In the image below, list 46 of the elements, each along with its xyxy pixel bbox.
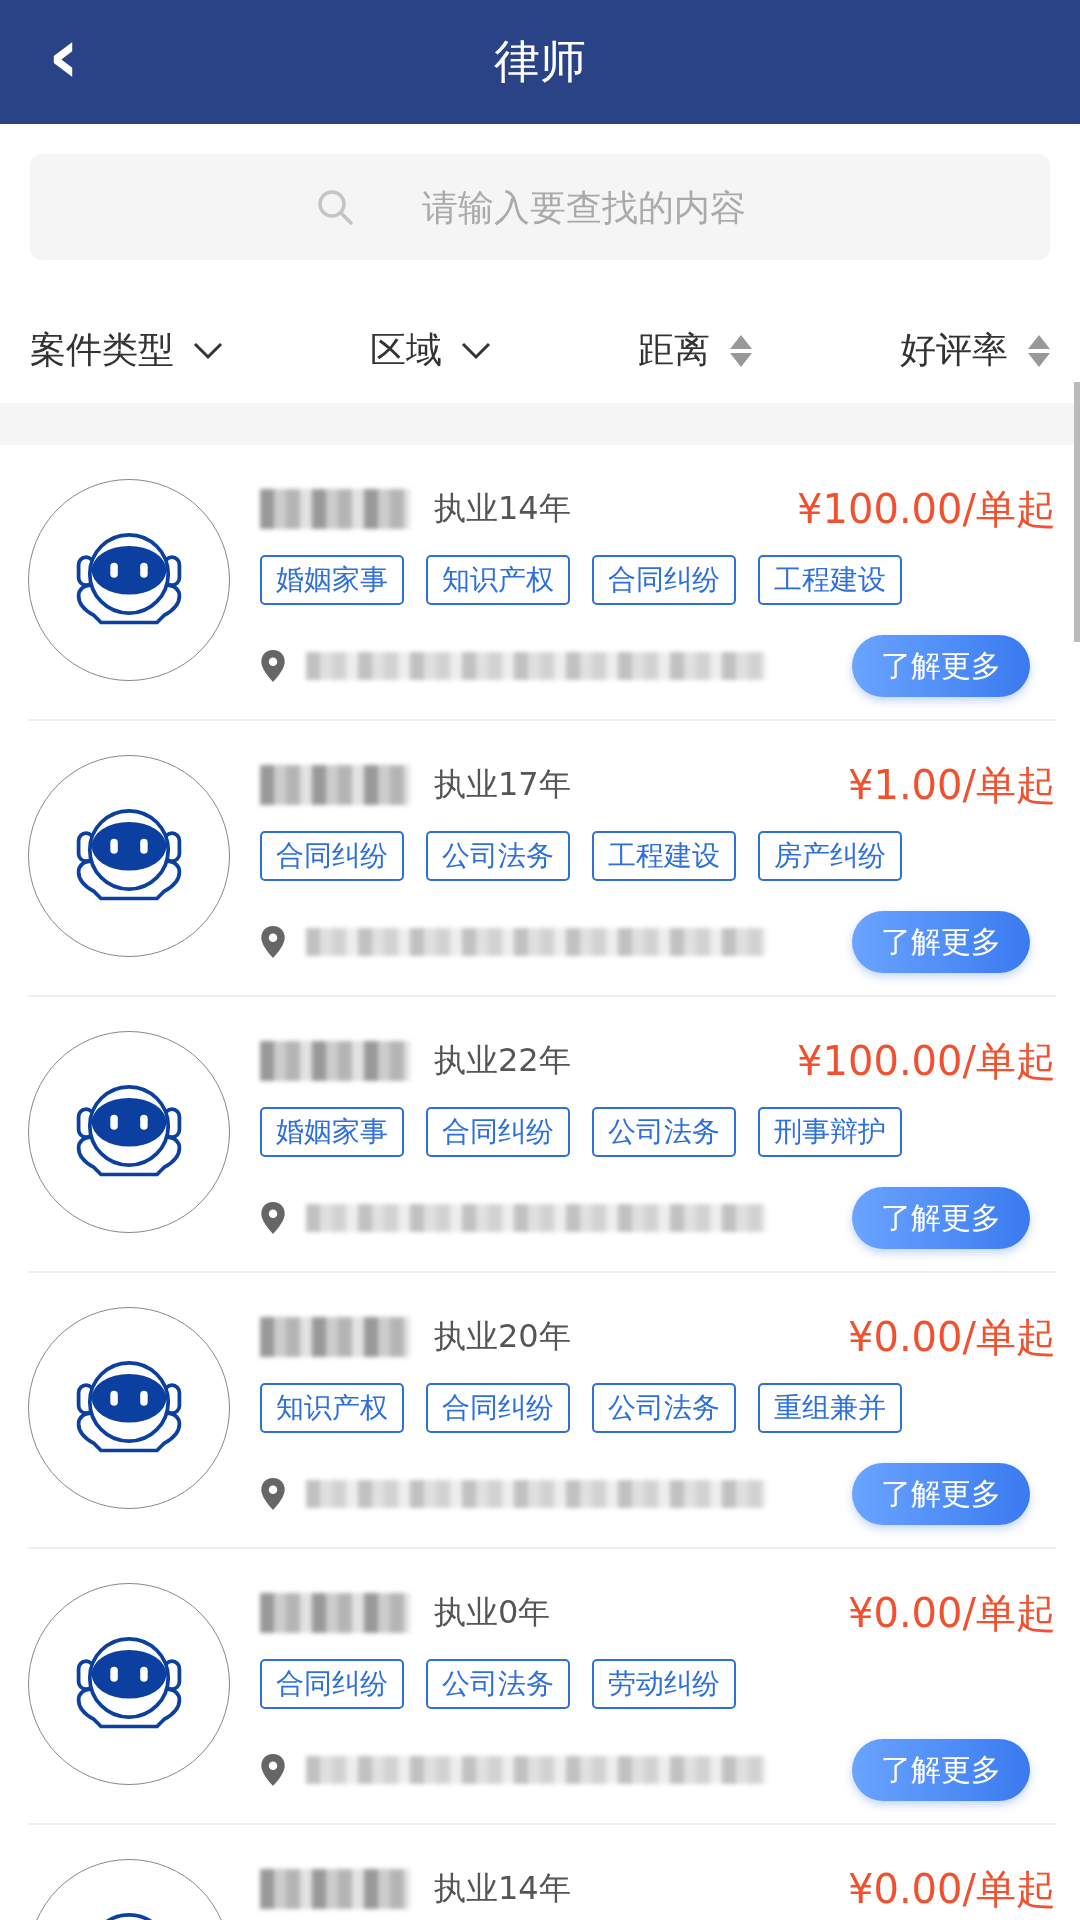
practice-years: 执业17年 bbox=[434, 764, 571, 805]
chevron-down-icon bbox=[192, 340, 224, 361]
search-icon bbox=[315, 187, 355, 227]
price: ¥1.00/单起 bbox=[848, 760, 1056, 810]
filter-tab[interactable]: 区域 bbox=[370, 326, 492, 375]
specialty-tag: 工程建设 bbox=[758, 555, 902, 605]
specialty-tag: 知识产权 bbox=[260, 1383, 404, 1433]
specialty-tag: 知识产权 bbox=[426, 555, 570, 605]
specialty-tag: 劳动纠纷 bbox=[592, 1659, 736, 1709]
practice-years: 执业20年 bbox=[434, 1316, 571, 1357]
price: ¥0.00/单起 bbox=[848, 1864, 1056, 1914]
practice-years: 执业14年 bbox=[434, 1868, 571, 1909]
location-pin-icon bbox=[260, 649, 286, 683]
specialty-tag: 合同纠纷 bbox=[592, 555, 736, 605]
price: ¥0.00/单起 bbox=[848, 1312, 1056, 1362]
location-pin-icon bbox=[260, 1477, 286, 1511]
location-pin-icon bbox=[260, 925, 286, 959]
page-title: 律师 bbox=[494, 33, 586, 90]
specialty-tag: 公司法务 bbox=[426, 1659, 570, 1709]
specialty-tag: 房产纠纷 bbox=[758, 831, 902, 881]
price: ¥100.00/单起 bbox=[797, 1036, 1056, 1086]
practice-years: 执业14年 bbox=[434, 488, 571, 529]
specialty-tag: 公司法务 bbox=[426, 831, 570, 881]
specialty-tag: 合同纠纷 bbox=[426, 1107, 570, 1157]
specialty-tag: 刑事辩护 bbox=[758, 1107, 902, 1157]
specialty-tag: 重组兼并 bbox=[758, 1383, 902, 1433]
filter-tab[interactable]: 好评率 bbox=[900, 326, 1052, 375]
practice-years: 执业22年 bbox=[434, 1040, 571, 1081]
specialty-tag: 婚姻家事 bbox=[260, 1107, 404, 1157]
specialty-tag: 公司法务 bbox=[592, 1107, 736, 1157]
specialty-tag: 合同纠纷 bbox=[426, 1383, 570, 1433]
price: ¥100.00/单起 bbox=[797, 484, 1056, 534]
back-button[interactable]: ‹ bbox=[48, 16, 80, 96]
filter-tab[interactable]: 案件类型 bbox=[30, 326, 224, 375]
filter-tab[interactable]: 距离 bbox=[638, 326, 754, 375]
chevron-down-icon bbox=[460, 340, 492, 361]
location-pin-icon bbox=[260, 1201, 286, 1235]
specialty-tag: 公司法务 bbox=[592, 1383, 736, 1433]
price: ¥0.00/单起 bbox=[848, 1588, 1056, 1638]
search-field[interactable]: 请输入要查找的内容 bbox=[30, 154, 1050, 260]
specialty-tag: 合同纠纷 bbox=[260, 1659, 404, 1709]
location-pin-icon bbox=[260, 1753, 286, 1787]
specialty-tag: 婚姻家事 bbox=[260, 555, 404, 605]
specialty-tag: 工程建设 bbox=[592, 831, 736, 881]
practice-years: 执业0年 bbox=[434, 1592, 551, 1633]
specialty-tag: 合同纠纷 bbox=[260, 831, 404, 881]
